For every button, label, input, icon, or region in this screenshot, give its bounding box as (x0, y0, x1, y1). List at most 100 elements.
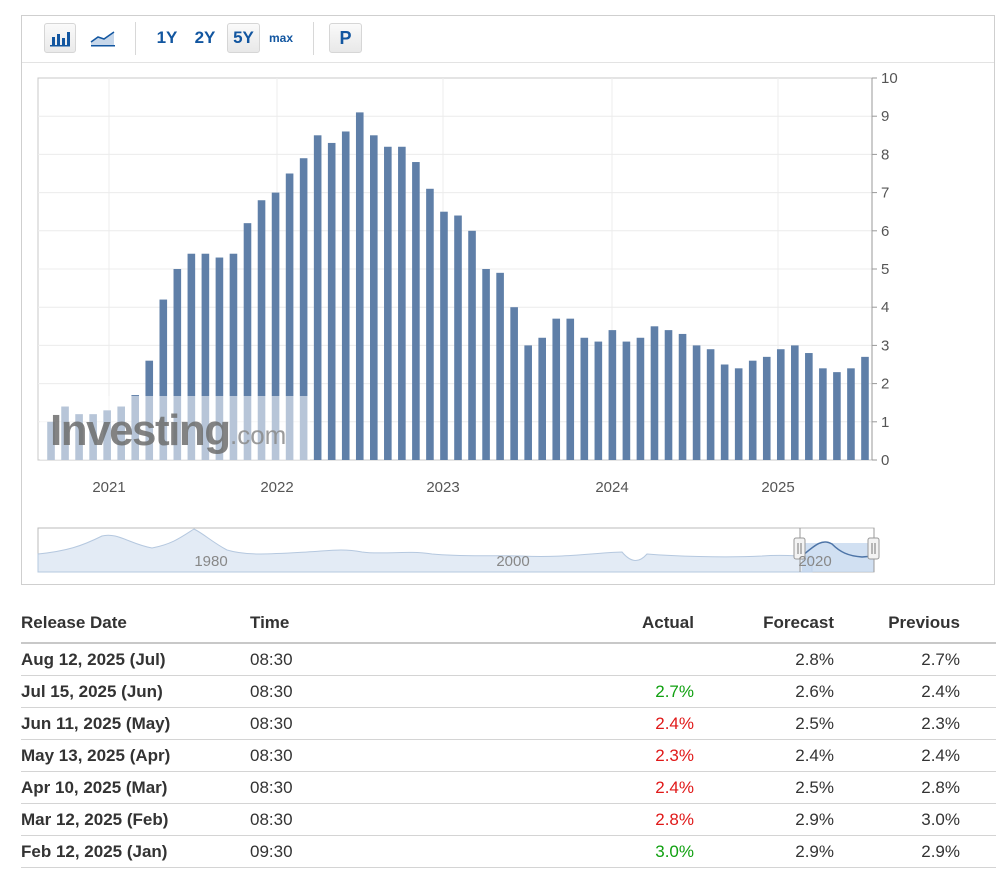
bar (468, 230, 476, 460)
forecast-cell: 2.5% (694, 707, 834, 740)
y-tick-label: 3 (881, 337, 889, 354)
bar (706, 349, 715, 460)
navigator-year-label: 2020 (798, 553, 831, 570)
table-row: May 13, 2025 (Apr) 08:30 2.3% 2.4% 2.4% (21, 739, 996, 772)
investing-watermark: Investing .com (40, 396, 310, 460)
x-tick-label: 2025 (761, 479, 794, 496)
bar (678, 333, 687, 460)
bar (608, 330, 617, 460)
forecast-cell: 2.8% (694, 643, 834, 676)
table-row: Aug 12, 2025 (Jul) 08:30 2.8% 2.7% (21, 643, 996, 676)
x-tick-label: 2023 (426, 479, 459, 496)
bar (496, 272, 504, 460)
y-tick-label: 4 (881, 299, 889, 316)
navigator-right-handle[interactable] (867, 537, 880, 560)
actual-cell: 2.4% (540, 771, 694, 804)
bar (440, 211, 448, 460)
handle-body (867, 537, 880, 560)
header-previous[interactable]: Previous (834, 604, 996, 644)
watermark-suffix: .com (230, 420, 286, 450)
bar (510, 307, 518, 460)
time-cell: 08:30 (250, 739, 540, 772)
forecast-cell: 2.4% (694, 739, 834, 772)
bar (847, 368, 855, 460)
header-time[interactable]: Time (250, 604, 540, 644)
bar (636, 337, 645, 460)
bar (720, 364, 729, 460)
previous-cell: 2.3% (834, 707, 996, 740)
y-tick-label: 1 (881, 414, 889, 431)
table-header-row: Release Date Time Actual Forecast Previo… (21, 604, 996, 644)
bar (341, 131, 350, 460)
previous-cell: 2.4% (834, 675, 996, 708)
bar (412, 162, 420, 461)
bar (580, 337, 589, 460)
x-tick-label: 2024 (595, 479, 628, 496)
time-cell: 08:30 (250, 675, 540, 708)
release-date-cell: Apr 10, 2025 (Mar) (21, 771, 250, 804)
bar (552, 318, 561, 460)
y-tick-label: 5 (881, 261, 889, 278)
header-release-date[interactable]: Release Date (21, 604, 250, 644)
bar (524, 345, 532, 460)
bar (454, 215, 462, 460)
bar (748, 360, 757, 460)
navigator-year-label: 1980 (194, 553, 227, 570)
time-cell: 08:30 (250, 771, 540, 804)
y-tick-label: 9 (881, 108, 889, 125)
chart-panel: 1Y 2Y 5Y max P 0 1 2 3 4 5 6 7 8 9 10 2021 2022 2023 2… (21, 15, 995, 585)
bar (664, 330, 673, 460)
bar (398, 146, 406, 460)
bar (426, 188, 434, 460)
bar (833, 372, 841, 460)
previous-cell: 2.8% (834, 771, 996, 804)
previous-cell: 3.0% (834, 803, 996, 836)
y-tick-label: 7 (881, 185, 889, 202)
header-actual[interactable]: Actual (540, 604, 694, 644)
bar (622, 341, 631, 460)
x-tick-label: 2022 (260, 479, 293, 496)
actual-cell: 2.3% (540, 739, 694, 772)
bar (791, 345, 799, 460)
release-date-cell: Feb 12, 2025 (Jan) (21, 835, 250, 868)
bar (370, 135, 378, 461)
release-date-cell: Jul 15, 2025 (Jun) (21, 675, 250, 708)
bar (650, 326, 659, 460)
watermark-text: Investing (50, 406, 230, 455)
bar (805, 353, 813, 460)
y-tick-label: 10 (881, 70, 898, 87)
time-cell: 08:30 (250, 643, 540, 676)
actual-cell (540, 643, 694, 676)
actual-cell: 2.7% (540, 675, 694, 708)
bar (762, 356, 771, 460)
table-row: Jun 11, 2025 (May) 08:30 2.4% 2.5% 2.3% (21, 707, 996, 740)
actual-cell: 2.4% (540, 707, 694, 740)
table-row: Mar 12, 2025 (Feb) 08:30 2.8% 2.9% 3.0% (21, 803, 996, 836)
bar (861, 356, 869, 460)
inflation-bar-chart: 0 1 2 3 4 5 6 7 8 9 10 2021 2022 2023 2024 2025 Investin… (37, 70, 898, 573)
release-date-cell: Mar 12, 2025 (Feb) (21, 803, 250, 836)
y-tick-label: 6 (881, 223, 889, 240)
forecast-cell: 2.9% (694, 835, 834, 868)
y-tick-label: 8 (881, 146, 889, 163)
bar (594, 341, 603, 460)
bar (566, 318, 575, 460)
table-row: Apr 10, 2025 (Mar) 08:30 2.4% 2.5% 2.8% (21, 771, 996, 804)
bar (482, 269, 490, 460)
actual-cell: 3.0% (540, 835, 694, 868)
navigator-year-label: 2000 (496, 553, 529, 570)
previous-cell: 2.4% (834, 739, 996, 772)
y-tick-label: 2 (881, 376, 889, 393)
header-forecast[interactable]: Forecast (694, 604, 834, 644)
previous-cell: 2.7% (834, 643, 996, 676)
range-navigator: 1980 2000 2020 (37, 527, 880, 573)
bar (692, 345, 701, 460)
bar (384, 146, 392, 460)
bar (819, 368, 827, 460)
time-cell: 09:30 (250, 835, 540, 868)
bar (734, 368, 743, 460)
forecast-cell: 2.6% (694, 675, 834, 708)
forecast-cell: 2.9% (694, 803, 834, 836)
bar (327, 142, 336, 460)
table-row: Jul 15, 2025 (Jun) 08:30 2.7% 2.6% 2.4% (21, 675, 996, 708)
